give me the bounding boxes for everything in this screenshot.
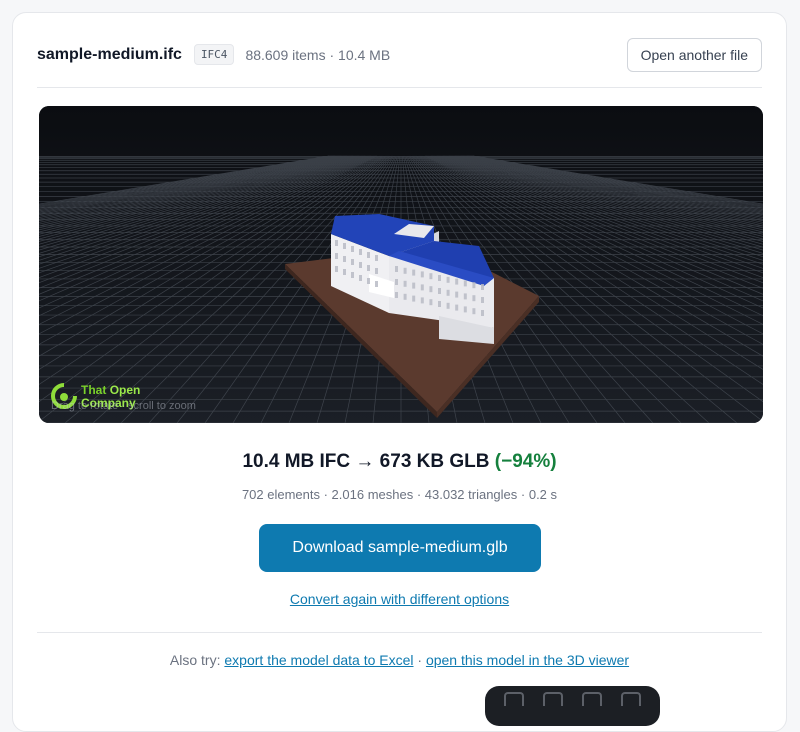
viewer-hint: Drag to rotate · scroll to zoom (51, 400, 196, 412)
download-glb-button[interactable]: Download sample-medium.glb (259, 524, 541, 572)
conversion-result: 10.4 MB IFC → 673 KB GLB (−94%) (13, 451, 786, 473)
converter-card: sample-medium.ifc IFC4 88.609 items · 10… (12, 12, 787, 732)
open-another-file-button[interactable]: Open another file (626, 37, 762, 72)
export-excel-link[interactable]: export the model data to Excel (224, 652, 413, 668)
size-reduction: (−94%) (494, 451, 557, 472)
file-header: sample-medium.ifc IFC4 88.609 items · 10… (37, 37, 762, 72)
file-name: sample-medium.ifc (37, 45, 182, 63)
size-comparison: 10.4 MB IFC → 673 KB GLB (242, 451, 490, 472)
viewer-toolbar (485, 686, 660, 726)
format-badge: IFC4 (193, 44, 235, 65)
logo-word-that: That (81, 383, 107, 397)
logo-word-open: Open (109, 383, 141, 397)
3d-scene (39, 106, 763, 423)
convert-again-link[interactable]: Convert again with different options (290, 591, 509, 607)
header-divider (37, 87, 762, 88)
toolbar-tool-icon[interactable] (581, 692, 602, 706)
conversion-stats: 702 elements · 2.016 meshes · 43.032 tri… (241, 487, 558, 502)
toolbar-tool-icon[interactable] (543, 692, 564, 706)
also-try-label: Also try: (169, 652, 221, 668)
settings-icon[interactable] (620, 692, 641, 706)
3d-viewer-canvas[interactable]: That Open Company Drag to rotate · scrol… (39, 106, 763, 423)
convert-again-container: Convert again with different options (13, 591, 786, 607)
also-try: Also try: export the model data to Excel… (13, 652, 786, 668)
open-3d-viewer-link[interactable]: open this model in the 3D viewer (426, 652, 629, 668)
file-meta: 88.609 items · 10.4 MB (245, 46, 391, 63)
also-try-separator: · (417, 652, 423, 668)
toolbar-tool-icon[interactable] (504, 692, 525, 706)
footer-divider (37, 632, 762, 633)
